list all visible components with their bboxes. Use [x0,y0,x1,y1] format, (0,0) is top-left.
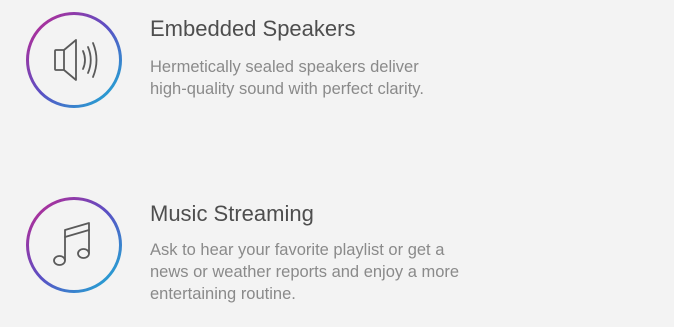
feature-text: Embedded Speakers Hermetically sealed sp… [150,0,650,100]
music-note-icon-graphic [26,197,122,293]
feature-description: Hermetically sealed speakers deliver hig… [150,56,650,100]
description-line: Hermetically sealed speakers deliver [150,58,419,76]
feature-title: Embedded Speakers [150,16,356,41]
feature-title: Music Streaming [150,201,314,226]
speaker-icon [25,11,123,109]
description-line: high-quality sound with perfect clarity. [150,80,424,98]
description-line: news or weather reports and enjoy a more [150,263,460,281]
feature-description: Ask to hear your favorite playlist or ge… [150,239,570,305]
description-line: Ask to hear your favorite playlist or ge… [150,241,445,259]
feature-text: Music Streaming Ask to hear your favorit… [150,185,650,305]
icon-ring [26,197,122,293]
speaker-icon-graphic [26,12,122,108]
description-line: entertaining routine. [150,285,296,303]
icon-ring [26,12,122,108]
music-note-icon [25,196,123,294]
